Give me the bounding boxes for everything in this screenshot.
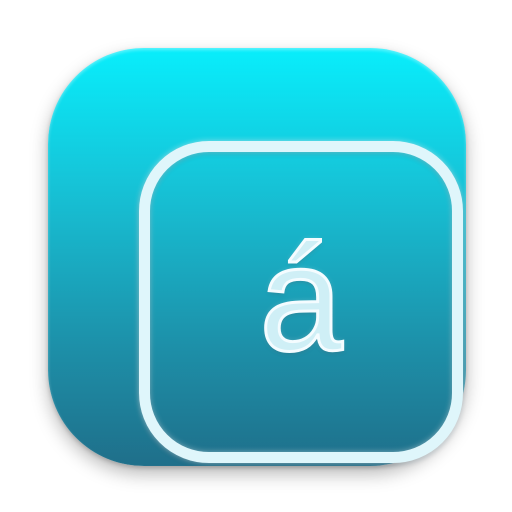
canvas: á: [0, 0, 512, 512]
glyph-letter: á: [258, 214, 344, 382]
accented-letter-key-icon: á: [139, 141, 463, 463]
app-icon[interactable]: á: [48, 48, 466, 466]
